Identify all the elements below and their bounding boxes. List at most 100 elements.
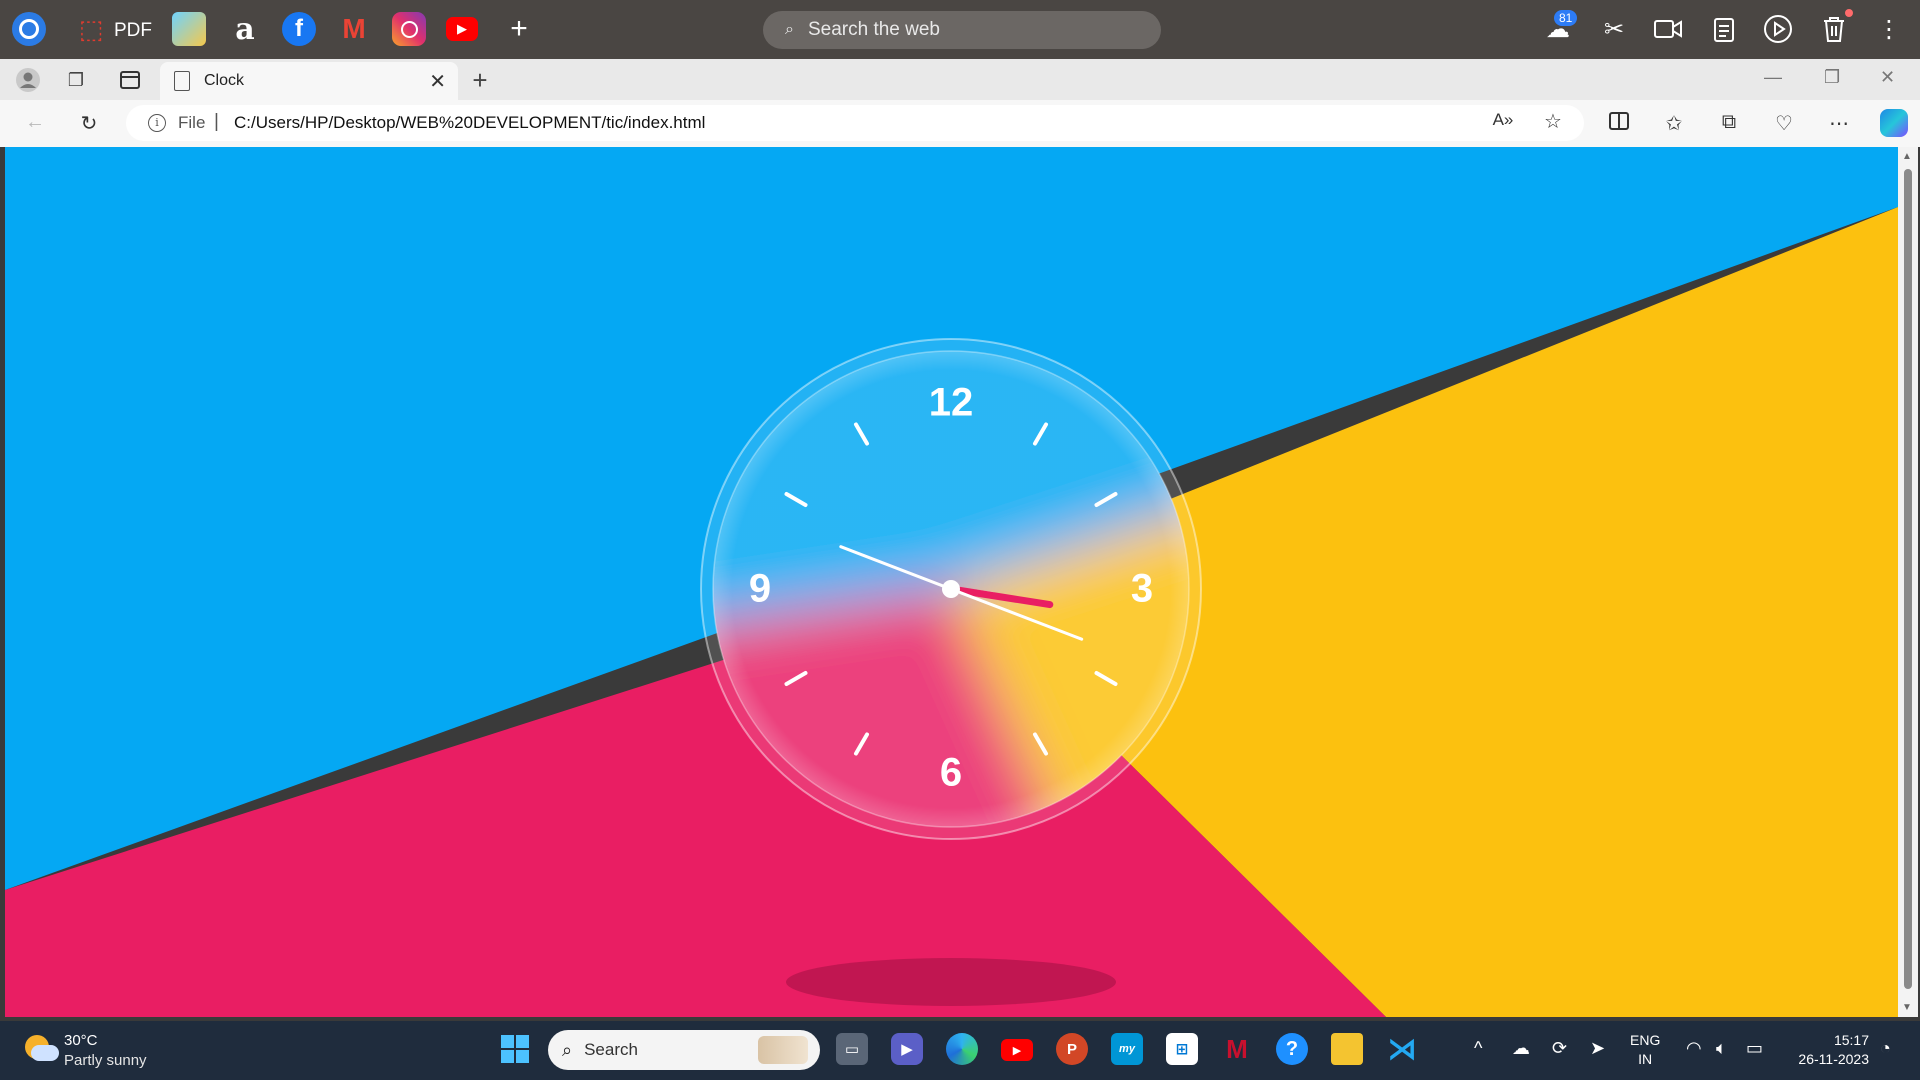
weather-condition: Partly sunny	[64, 1052, 147, 1069]
browser-essentials-icon[interactable]: ♡	[1771, 111, 1797, 137]
store-icon[interactable]: ⊞	[1166, 1033, 1198, 1065]
tab-actions-icon[interactable]	[116, 66, 144, 94]
profile-glyph	[16, 68, 40, 92]
edge-icon[interactable]	[946, 1033, 978, 1065]
clock-center-pin	[942, 580, 960, 598]
vscode-icon[interactable]: ⋊	[1386, 1033, 1418, 1066]
info-icon[interactable]: i	[148, 114, 166, 132]
notification-icon[interactable]: ◔	[1880, 1038, 1891, 1059]
cloud-weather-icon	[31, 1045, 59, 1061]
system-time: 15:17	[1833, 1032, 1869, 1048]
taskbar: 30°C Partly sunny ⌕ Search ▭ ▶ ▶ P my ⊞ …	[0, 1021, 1920, 1080]
refresh-icon[interactable]: ↻	[76, 111, 102, 137]
trash-glyph	[1824, 17, 1844, 42]
favorite-star-icon[interactable]: ☆	[1540, 109, 1566, 135]
new-tab-icon[interactable]: +	[466, 65, 494, 95]
chat-icon[interactable]: ▶	[891, 1033, 923, 1065]
system-clock[interactable]: 15:17 26-11-2023	[1785, 1031, 1869, 1069]
sync-icon[interactable]: ⟳	[1552, 1038, 1567, 1059]
copilot-icon[interactable]	[1880, 109, 1908, 137]
split-screen-icon[interactable]	[1606, 111, 1632, 137]
add-shortcut-icon[interactable]: +	[502, 12, 536, 46]
windows-logo-icon	[501, 1035, 529, 1063]
scrollbar-thumb[interactable]	[1904, 169, 1912, 989]
taskbar-search[interactable]: ⌕ Search	[548, 1030, 820, 1070]
photos-icon[interactable]	[172, 12, 206, 46]
play-circle-icon[interactable]	[1761, 12, 1795, 46]
location-icon[interactable]: ➤	[1590, 1038, 1605, 1059]
read-aloud-icon[interactable]: A»	[1490, 110, 1516, 136]
video-camera-glyph	[1654, 20, 1682, 38]
tab-clock[interactable]: Clock ✕	[160, 62, 458, 100]
tab-actions-glyph	[120, 71, 140, 89]
powerpoint-icon[interactable]: P	[1056, 1033, 1088, 1065]
close-tab-icon[interactable]: ✕	[429, 69, 446, 94]
show-hidden-icons[interactable]: ^	[1474, 1038, 1482, 1059]
taskbar-search-placeholder: Search	[584, 1040, 638, 1059]
numeral-9: 9	[749, 567, 771, 611]
mcafee-icon[interactable]: M	[1221, 1033, 1253, 1065]
instagram-icon[interactable]	[392, 12, 426, 46]
web-search-box[interactable]: ⌕ Search the web	[763, 11, 1161, 49]
url-separator: |	[214, 111, 219, 132]
myhp-icon[interactable]: my	[1111, 1033, 1143, 1065]
clipboard-icon[interactable]	[1707, 12, 1741, 46]
scissors-icon[interactable]: ✂	[1597, 12, 1631, 46]
collections-icon[interactable]: ⧉	[1716, 111, 1742, 137]
launcher-bar: ⬚ PDF a f M ▶ + ⌕ Search the web ☁ 81 ✂ …	[0, 0, 1920, 59]
restore-icon[interactable]: ❐	[1824, 67, 1840, 88]
search-icon: ⌕	[785, 21, 794, 38]
page-viewport: 12 3 6 9	[5, 147, 1898, 1017]
pdf-label[interactable]: PDF	[114, 20, 152, 42]
workspaces-icon[interactable]: ❐	[62, 66, 90, 94]
youtube-taskbar-icon[interactable]: ▶	[1001, 1039, 1033, 1061]
play-circle-glyph	[1764, 15, 1792, 43]
numeral-3: 3	[1131, 567, 1153, 611]
pdf-icon[interactable]: ⬚	[76, 12, 106, 46]
numeral-6: 6	[940, 751, 962, 795]
onedrive-icon[interactable]: ☁	[1512, 1038, 1530, 1059]
trash-icon[interactable]	[1817, 12, 1851, 46]
taskbar-search-icon: ⌕	[562, 1039, 573, 1060]
help-icon[interactable]: ?	[1276, 1033, 1308, 1065]
file-explorer-icon[interactable]	[1331, 1033, 1363, 1065]
web-search-placeholder: Search the web	[807, 19, 940, 40]
facebook-icon[interactable]: f	[282, 12, 316, 46]
settings-more-icon[interactable]: ⋯	[1826, 111, 1852, 137]
wifi-icon[interactable]: ◠	[1686, 1038, 1702, 1059]
url-path[interactable]: C:/Users/HP/Desktop/WEB%20DEVELOPMENT/ti…	[234, 113, 705, 133]
gmail-icon[interactable]: M	[337, 12, 371, 46]
address-toolbar: ← ↻ i File | C:/Users/HP/Desktop/WEB%20D…	[0, 100, 1920, 147]
tab-title: Clock	[204, 72, 245, 89]
clock-shadow	[786, 958, 1116, 1006]
minimize-icon[interactable]: —	[1764, 67, 1782, 88]
volume-icon[interactable]: 🔈︎	[1716, 1038, 1727, 1059]
favorites-icon[interactable]: ✩	[1661, 111, 1687, 137]
scroll-up-icon[interactable]: ▲	[1902, 151, 1912, 162]
back-icon[interactable]: ←	[22, 111, 48, 137]
page-scrollbar[interactable]: ▲ ▼	[1898, 147, 1918, 1017]
cloud-badge: 81	[1554, 10, 1578, 26]
start-button[interactable]	[500, 1034, 530, 1064]
instagram-lens	[400, 20, 418, 38]
profile-icon[interactable]	[14, 66, 42, 94]
more-vertical-icon[interactable]: ⋮	[1872, 12, 1906, 46]
language-top: ENG	[1630, 1032, 1661, 1048]
amazon-icon[interactable]: a	[228, 12, 262, 47]
close-window-icon[interactable]: ✕	[1880, 67, 1895, 88]
analog-clock: 12 3 6 9	[700, 338, 1202, 840]
numeral-12: 12	[929, 381, 974, 425]
battery-icon[interactable]: ▭	[1746, 1038, 1763, 1059]
search-highlight-image	[758, 1036, 808, 1064]
language-indicator[interactable]: ENG IN	[1630, 1031, 1660, 1069]
address-bar[interactable]: i File | C:/Users/HP/Desktop/WEB%20DEVEL…	[126, 105, 1584, 141]
url-scheme: File	[178, 113, 206, 132]
task-view-icon[interactable]: ▭	[836, 1033, 868, 1065]
app-circle-icon[interactable]	[12, 12, 46, 46]
weather-temp: 30°C	[64, 1032, 98, 1049]
youtube-icon[interactable]: ▶	[446, 17, 478, 41]
clipboard-glyph	[1714, 18, 1734, 42]
scroll-down-icon[interactable]: ▼	[1902, 1002, 1912, 1013]
tab-strip: ❐ Clock ✕ + — ❐ ✕	[0, 59, 1920, 100]
video-camera-icon[interactable]	[1651, 12, 1685, 46]
